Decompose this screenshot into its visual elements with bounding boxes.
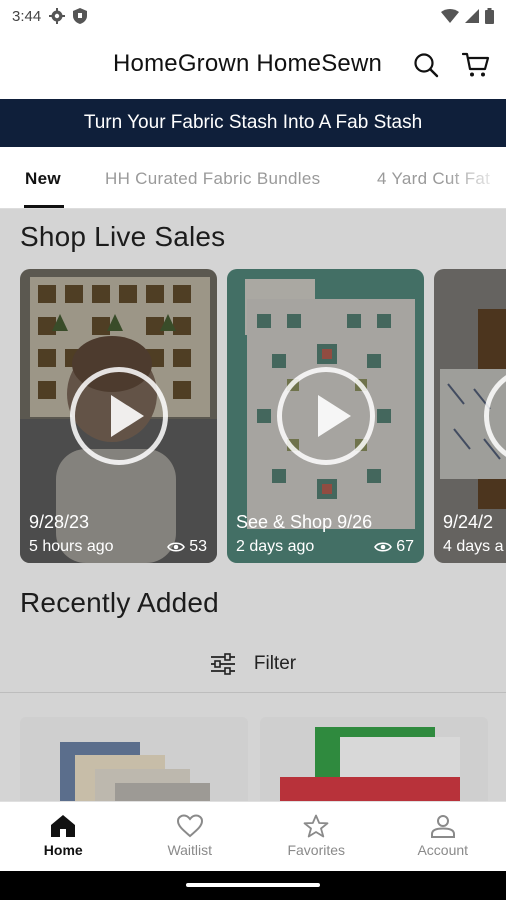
filter-label: Filter bbox=[253, 653, 297, 674]
system-gesture-bar bbox=[0, 871, 506, 900]
heart-icon bbox=[176, 814, 203, 838]
product-image bbox=[260, 717, 488, 801]
cart-icon[interactable] bbox=[461, 50, 491, 80]
wifi-icon bbox=[441, 9, 459, 23]
app-screen: 3:44 HomeGrown HomeSewn Turn Your Fabric… bbox=[0, 0, 506, 900]
sliders-icon bbox=[210, 653, 235, 675]
tab-hh-curated-fabric-bundles[interactable]: HH Curated Fabric Bundles bbox=[105, 169, 320, 189]
battery-icon bbox=[485, 8, 494, 24]
search-icon[interactable] bbox=[411, 50, 441, 80]
video-date: See & Shop 9/26 bbox=[236, 512, 373, 532]
app-title: HomeGrown HomeSewn bbox=[113, 50, 383, 77]
nav-favorites[interactable]: Favorites bbox=[253, 802, 380, 871]
recently-added-heading: Recently Added bbox=[20, 587, 219, 618]
status-time: 3:44 bbox=[12, 7, 42, 25]
signal-icon bbox=[465, 9, 479, 23]
home-gesture-handle[interactable] bbox=[186, 883, 320, 887]
video-age: 4 days a bbox=[443, 538, 504, 555]
divider bbox=[0, 692, 506, 693]
app-header: HomeGrown HomeSewn bbox=[0, 32, 506, 99]
eye-icon bbox=[374, 542, 393, 552]
star-icon bbox=[303, 814, 329, 838]
nav-account[interactable]: Account bbox=[380, 802, 506, 871]
live-sale-video-card[interactable]: 9/24/2 4 days a bbox=[434, 269, 506, 563]
video-age: 2 days ago bbox=[236, 538, 315, 555]
tab-new[interactable]: New bbox=[25, 169, 61, 189]
live-sale-video-card[interactable]: 9/28/23 5 hours ago 53 bbox=[20, 269, 217, 563]
settings-gear-icon bbox=[49, 8, 66, 24]
product-card[interactable] bbox=[20, 717, 248, 801]
category-tabs: New HH Curated Fabric Bundles 4 Yard Cut… bbox=[0, 147, 506, 209]
play-icon[interactable] bbox=[276, 367, 375, 465]
status-bar: 3:44 bbox=[0, 0, 506, 32]
active-tab-indicator bbox=[24, 205, 64, 208]
shield-icon bbox=[73, 8, 88, 24]
video-age: 5 hours ago bbox=[29, 538, 114, 555]
view-count: 67 bbox=[374, 538, 414, 556]
main-content: Shop Live Sales 9/28/23 5 hours ago 53 S… bbox=[0, 209, 506, 801]
nav-waitlist[interactable]: Waitlist bbox=[127, 802, 254, 871]
home-icon bbox=[51, 815, 76, 837]
play-icon[interactable] bbox=[69, 367, 168, 465]
person-icon bbox=[430, 815, 455, 838]
product-card[interactable] bbox=[260, 717, 488, 801]
live-sale-video-card[interactable]: See & Shop 9/26 2 days ago 67 bbox=[227, 269, 424, 563]
video-date: 9/28/23 bbox=[29, 512, 90, 532]
product-image bbox=[20, 717, 248, 801]
eye-icon bbox=[167, 542, 186, 552]
shop-live-sales-heading: Shop Live Sales bbox=[20, 221, 226, 252]
promo-banner[interactable]: Turn Your Fabric Stash Into A Fab Stash bbox=[0, 99, 506, 147]
filter-button[interactable]: Filter bbox=[0, 639, 506, 689]
video-date: 9/24/2 bbox=[443, 512, 494, 532]
promo-banner-text: Turn Your Fabric Stash Into A Fab Stash bbox=[83, 112, 423, 133]
nav-home[interactable]: Home bbox=[0, 802, 127, 871]
bottom-navigation: Home Waitlist Favorites Account bbox=[0, 801, 506, 871]
view-count: 53 bbox=[167, 538, 207, 556]
